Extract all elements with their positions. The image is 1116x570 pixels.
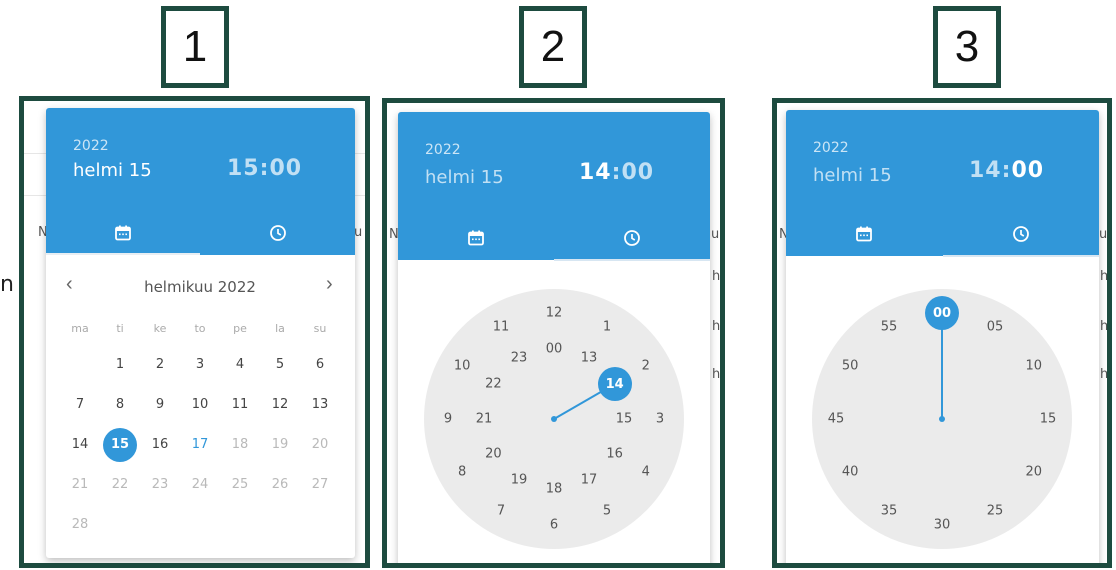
hour-number[interactable]: 23 [504, 351, 534, 366]
screenshot-frame-3: N u h h h 2022 helmi 15 14:00 05 10 15 20 25… [772, 98, 1112, 568]
hour-number[interactable]: 15 [609, 412, 639, 427]
hour-number[interactable]: 11 [486, 320, 516, 335]
calendar-grid: ma ti ke to pe la su 1 2 3 4 5 6 7 8 9 10 11 12 13 14 15 16 17 1… [46, 108, 355, 558]
minute-number[interactable]: 35 [874, 503, 904, 518]
calendar-day[interactable]: 1 [100, 357, 140, 372]
weekday-header: to [194, 322, 206, 335]
minute-number[interactable]: 15 [1033, 412, 1063, 427]
date-time-picker: 2022 helmi 15 14:00 12 1 2 3 4 5 6 7 8 9 10 11 00 13 1… [398, 112, 710, 563]
calendar-day[interactable]: 21 [60, 477, 100, 492]
hour-number[interactable]: 10 [447, 359, 477, 374]
calendar-day[interactable]: 22 [100, 477, 140, 492]
calendar-day[interactable]: 12 [260, 397, 300, 412]
date-time-picker: 2022 helmi 15 15:00 ‹ helmikuu 2022 › ma… [46, 108, 355, 558]
calendar-day[interactable]: 17 [180, 437, 220, 452]
hour-number[interactable]: 20 [478, 447, 508, 462]
background-text-fragment: u [711, 227, 720, 242]
weekday-header: la [275, 322, 285, 335]
calendar-day[interactable]: 6 [300, 357, 340, 372]
hour-number[interactable]: 18 [539, 482, 569, 497]
hour-clock[interactable]: 12 1 2 3 4 5 6 7 8 9 10 11 00 13 15 16 17 18 19 20 21 22 23 14 [398, 112, 710, 563]
minute-number[interactable]: 45 [821, 412, 851, 427]
hour-number[interactable]: 19 [504, 472, 534, 487]
screenshot-frame-1: N u 2022 helmi 15 15:00 ‹ helmikuu 2022 … [19, 96, 370, 568]
calendar-day[interactable]: 28 [60, 517, 100, 532]
selected-hour[interactable]: 14 [597, 367, 632, 401]
hour-number[interactable]: 13 [574, 351, 604, 366]
weekday-header: ma [71, 322, 89, 335]
hour-number[interactable]: 16 [600, 447, 630, 462]
background-text-fragment: h [712, 269, 721, 284]
minute-number[interactable]: 40 [835, 465, 865, 480]
calendar-day[interactable]: 19 [260, 437, 300, 452]
weekday-header: su [313, 322, 327, 335]
calendar-day[interactable]: 25 [220, 477, 260, 492]
calendar-day[interactable]: 20 [300, 437, 340, 452]
calendar-day[interactable]: 8 [100, 397, 140, 412]
minute-number[interactable]: 05 [980, 320, 1010, 335]
calendar-day[interactable]: 23 [140, 477, 180, 492]
clock-center [551, 416, 557, 422]
hour-number[interactable]: 5 [592, 503, 622, 518]
hour-number[interactable]: 4 [631, 465, 661, 480]
minute-number[interactable]: 25 [980, 503, 1010, 518]
background-text-fragment: h [1100, 269, 1109, 284]
calendar-day[interactable]: 18 [220, 437, 260, 452]
hour-number[interactable]: 17 [574, 472, 604, 487]
step-label-3: 3 [933, 6, 1001, 88]
minute-clock[interactable]: 05 10 15 20 25 30 35 40 45 50 55 00 [786, 110, 1099, 563]
calendar-day[interactable]: 13 [300, 397, 340, 412]
screenshot-frame-2: N u h h h 2022 helmi 15 14:00 12 1 2 3 4 5 6 7 8… [382, 98, 725, 568]
calendar-day[interactable]: 3 [180, 357, 220, 372]
hour-number[interactable]: 22 [478, 377, 508, 392]
calendar-day[interactable]: 7 [60, 397, 100, 412]
step-label-1: 1 [161, 6, 229, 88]
calendar-day[interactable]: 24 [180, 477, 220, 492]
minute-number[interactable]: 55 [874, 320, 904, 335]
background-text-fragment: u [1099, 227, 1108, 242]
hour-number[interactable]: 3 [645, 412, 675, 427]
calendar-day[interactable]: 14 [60, 437, 100, 452]
calendar-day[interactable]: 15 [103, 428, 137, 462]
background-text-fragment: u [354, 225, 363, 240]
background-text-fragment: h [1100, 367, 1109, 382]
weekday-header: ti [116, 322, 124, 335]
clock-center [939, 416, 945, 422]
hour-number[interactable]: 7 [486, 503, 516, 518]
calendar-day[interactable]: 5 [260, 357, 300, 372]
minute-number[interactable]: 20 [1019, 465, 1049, 480]
calendar-day[interactable]: 4 [220, 357, 260, 372]
calendar-day[interactable]: 11 [220, 397, 260, 412]
background-text-fragment: h [1100, 319, 1109, 334]
hour-number[interactable]: 21 [469, 412, 499, 427]
hour-number[interactable]: 12 [539, 306, 569, 321]
minute-number[interactable]: 10 [1019, 359, 1049, 374]
calendar-day[interactable]: 2 [140, 357, 180, 372]
hour-number[interactable]: 9 [433, 412, 463, 427]
calendar-day[interactable]: 9 [140, 397, 180, 412]
calendar-day[interactable]: 26 [260, 477, 300, 492]
hour-number[interactable]: 6 [539, 518, 569, 533]
calendar-day[interactable]: 16 [140, 437, 180, 452]
step-label-2: 2 [519, 6, 587, 88]
minute-number[interactable]: 50 [835, 359, 865, 374]
hour-number[interactable]: 1 [592, 320, 622, 335]
calendar-day[interactable]: 27 [300, 477, 340, 492]
hour-number[interactable]: 2 [631, 359, 661, 374]
weekday-header: ke [153, 322, 167, 335]
selected-minute[interactable]: 00 [925, 296, 959, 330]
hour-number[interactable]: 00 [539, 342, 569, 357]
background-text-fragment: h [712, 319, 721, 334]
hour-number[interactable]: 8 [447, 465, 477, 480]
calendar-day[interactable]: 10 [180, 397, 220, 412]
background-text-fragment: n [0, 272, 14, 297]
weekday-header: pe [233, 322, 247, 335]
minute-number[interactable]: 30 [927, 518, 957, 533]
background-text-fragment: h [712, 367, 721, 382]
date-time-picker: 2022 helmi 15 14:00 05 10 15 20 25 30 35 40 45 50… [786, 110, 1099, 563]
